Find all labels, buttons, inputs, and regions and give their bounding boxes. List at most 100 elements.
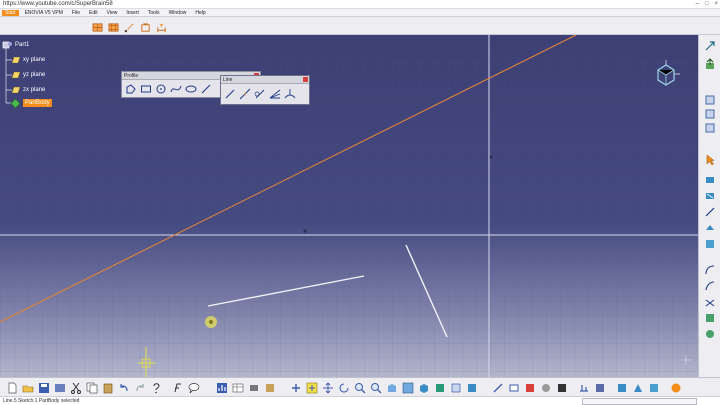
menu-help[interactable]: Help <box>195 9 205 17</box>
zoom-out-icon[interactable] <box>370 381 382 394</box>
tree-root[interactable]: Part1 <box>2 39 29 51</box>
snap-to-point-icon[interactable] <box>108 20 119 32</box>
profile-icon[interactable] <box>124 82 137 95</box>
swap-space-icon[interactable] <box>466 381 478 393</box>
multi-view-icon[interactable] <box>402 381 414 394</box>
line-icon[interactable] <box>199 82 212 95</box>
line-normal-to-curve-icon[interactable] <box>283 87 296 100</box>
arc-icon[interactable] <box>704 263 716 275</box>
new-file-icon[interactable] <box>6 381 18 394</box>
mirror-icon[interactable] <box>704 295 716 307</box>
comment-icon[interactable] <box>188 381 200 394</box>
measure-icon[interactable] <box>492 381 504 393</box>
whats-this-icon[interactable] <box>150 381 162 394</box>
exit-workbench-icon[interactable] <box>704 39 716 51</box>
operation-icon-5[interactable] <box>704 237 716 249</box>
properties-icon[interactable] <box>524 381 536 393</box>
rectangle-icon[interactable] <box>139 82 152 95</box>
sketch-analysis-icon[interactable] <box>578 381 590 393</box>
measure-item-icon[interactable] <box>508 381 520 393</box>
tree-item-xy-plane[interactable]: xy plane <box>12 54 45 66</box>
fit-all-icon[interactable] <box>306 381 318 394</box>
sketch-point-2[interactable] <box>489 155 493 159</box>
menu-file[interactable]: File <box>72 9 80 17</box>
line-toolbar-close-icon[interactable] <box>303 77 308 82</box>
sketch-canvas[interactable] <box>0 35 698 377</box>
menu-tools[interactable]: Tools <box>148 9 160 17</box>
bi-tangent-line-icon[interactable] <box>253 87 266 100</box>
catia-window: https://www.youtube.com/c/SuperBrain58 –… <box>0 0 720 405</box>
view-icon-2[interactable] <box>704 107 716 119</box>
formula-icon[interactable] <box>172 381 184 393</box>
shading-icon[interactable] <box>434 381 446 393</box>
line-icon[interactable] <box>223 87 236 100</box>
constraint-icon[interactable] <box>616 381 628 393</box>
status-bar: Line.5 Sketch.1 PartBody selected <box>0 396 720 405</box>
rotate-icon[interactable] <box>338 381 350 393</box>
operation-icon-4[interactable] <box>704 221 716 233</box>
geometrical-constraints-icon[interactable] <box>140 20 151 32</box>
zoom-in-icon[interactable] <box>354 381 366 394</box>
menu-insert[interactable]: Insert <box>126 9 139 17</box>
compass-icon[interactable] <box>648 60 688 90</box>
operation-icon-3[interactable] <box>704 205 716 217</box>
table-icon[interactable] <box>232 381 244 393</box>
view-icon-3[interactable] <box>704 121 716 133</box>
sketch-point-1[interactable] <box>303 229 307 233</box>
menu-enovia[interactable]: ENOVIA V5 VPM <box>25 9 63 17</box>
line-toolbar-title[interactable]: Line <box>221 76 309 84</box>
save-icon[interactable] <box>38 381 50 393</box>
chart-icon[interactable] <box>216 381 228 393</box>
command-input[interactable] <box>582 398 697 405</box>
sketch-grid-icon[interactable] <box>92 20 103 32</box>
undo-icon[interactable] <box>118 381 130 393</box>
maximize-button[interactable]: □ <box>705 0 709 9</box>
hide-show-icon[interactable] <box>450 381 462 393</box>
tree-item-zx-plane[interactable]: zx plane <box>12 84 45 96</box>
export-icon[interactable] <box>704 57 716 69</box>
fly-mode-icon[interactable] <box>290 381 302 393</box>
minimize-button[interactable]: – <box>696 0 699 9</box>
grid-settings-icon[interactable] <box>648 381 660 393</box>
open-file-icon[interactable] <box>22 381 34 393</box>
render-icon[interactable] <box>556 381 568 393</box>
sketch-solving-icon[interactable] <box>594 381 606 393</box>
ellipse-icon[interactable] <box>184 82 197 95</box>
paste-icon[interactable] <box>102 381 114 394</box>
menu-window[interactable]: Window <box>169 9 187 17</box>
line-toolbar[interactable]: Line <box>220 75 310 105</box>
3d-viewport[interactable]: Part1 xy plane yz plane zx plane PartBod… <box>0 35 698 377</box>
spline-icon[interactable] <box>169 82 182 95</box>
iso-view-icon[interactable] <box>418 381 430 393</box>
specification-tree: Part1 xy plane yz plane zx plane PartBod… <box>0 35 80 115</box>
capture-icon[interactable] <box>248 381 260 393</box>
tree-item-yz-plane[interactable]: yz plane <box>12 69 45 81</box>
menu-view[interactable]: View <box>107 9 118 17</box>
dimensional-constraints-icon[interactable] <box>156 20 167 33</box>
intersect-icon[interactable] <box>704 327 716 339</box>
project-icon[interactable] <box>704 311 716 323</box>
catalog-icon[interactable] <box>264 381 276 393</box>
tree-item-partbody[interactable]: PartBody <box>10 97 52 109</box>
save-management-icon[interactable] <box>54 381 66 393</box>
normal-view-icon[interactable] <box>386 381 398 393</box>
bisecting-line-icon[interactable] <box>268 87 281 100</box>
redo-icon[interactable] <box>134 381 146 393</box>
menu-edit[interactable]: Edit <box>89 9 98 17</box>
operation-icon-1[interactable] <box>704 173 716 185</box>
menu-start[interactable]: Start <box>2 9 19 16</box>
close-button[interactable]: × <box>714 0 718 9</box>
orange-tool-icon[interactable] <box>670 381 682 393</box>
operation-icon-2[interactable] <box>704 189 716 201</box>
cut-icon[interactable] <box>70 381 82 394</box>
circle-icon[interactable] <box>154 82 167 95</box>
select-tool-icon[interactable] <box>704 153 716 166</box>
trim-icon[interactable] <box>704 279 716 291</box>
animate-icon[interactable] <box>632 381 644 393</box>
construction-element-icon[interactable] <box>124 20 135 33</box>
view-icon-1[interactable] <box>704 93 716 105</box>
copy-icon[interactable] <box>86 381 98 394</box>
infinite-line-icon[interactable] <box>238 87 251 100</box>
apply-material-icon[interactable] <box>540 381 552 393</box>
pan-icon[interactable] <box>322 381 334 394</box>
